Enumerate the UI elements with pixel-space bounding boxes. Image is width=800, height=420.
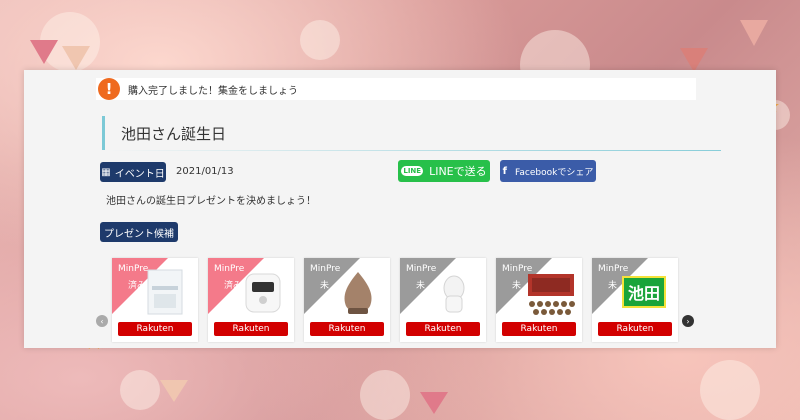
minpre-tag: MinPre bbox=[118, 264, 149, 274]
chevron-right-icon[interactable]: › bbox=[682, 315, 694, 327]
chevron-left-icon[interactable]: ‹ bbox=[96, 315, 108, 327]
minpre-tag: MinPre bbox=[310, 264, 341, 274]
name-sign-text: 池田 bbox=[621, 276, 666, 308]
rakuten-button[interactable]: Rakuten bbox=[406, 322, 480, 336]
purchase-status: 未 bbox=[416, 281, 426, 291]
line-share-button[interactable]: LINE LINEで送る bbox=[398, 160, 490, 182]
product-card[interactable]: MinPre 未 Rakuten bbox=[496, 258, 582, 342]
minpre-tag: MinPre bbox=[406, 264, 437, 274]
event-badge-label: イベント日 bbox=[114, 168, 165, 180]
event-description: 池田さんの誕生日プレゼントを決めましょう！ bbox=[106, 196, 316, 207]
notice-bar: ! 購入完了しました！集金をしましょう bbox=[96, 78, 696, 100]
product-card[interactable]: MinPre 未 Rakuten bbox=[400, 258, 486, 342]
product-card[interactable]: MinPre 済み Rakuten bbox=[208, 258, 294, 342]
present-badge-label: プレゼント候補 bbox=[104, 228, 174, 240]
rakuten-button[interactable]: Rakuten bbox=[598, 322, 672, 336]
facebook-icon: f bbox=[502, 165, 508, 177]
minpre-tag: MinPre bbox=[502, 264, 533, 274]
facebook-share-label: Facebookでシェア bbox=[515, 167, 594, 178]
event-date: 2021/01/13 bbox=[176, 166, 234, 177]
minpre-tag: MinPre bbox=[598, 264, 629, 274]
title-bar: 池田さん誕生日 bbox=[102, 116, 721, 151]
exclamation-icon: ! bbox=[98, 78, 120, 100]
product-card[interactable]: 池田 MinPre 未 Rakuten bbox=[592, 258, 678, 342]
purchase-status: 未 bbox=[608, 281, 618, 291]
rakuten-button[interactable]: Rakuten bbox=[310, 322, 384, 336]
rakuten-button[interactable]: Rakuten bbox=[502, 322, 576, 336]
notice-text: 購入完了しました！集金をしましょう bbox=[128, 85, 298, 97]
minpre-tag: MinPre bbox=[214, 264, 245, 274]
product-card[interactable]: MinPre 未 Rakuten bbox=[304, 258, 390, 342]
page-title: 池田さん誕生日 bbox=[121, 124, 227, 143]
facebook-share-button[interactable]: f Facebookでシェア bbox=[500, 160, 596, 182]
present-candidates-badge: プレゼント候補 bbox=[100, 222, 178, 242]
product-card[interactable]: MinPre 済み Rakuten bbox=[112, 258, 198, 342]
purchase-status: 未 bbox=[512, 281, 522, 291]
purchase-status: 済み bbox=[128, 281, 147, 291]
event-panel: ! 購入完了しました！集金をしましょう 池田さん誕生日 ▦ イベント日 2021… bbox=[24, 70, 776, 348]
purchase-status: 未 bbox=[320, 281, 330, 291]
line-icon: LINE bbox=[401, 166, 424, 176]
purchase-status: 済み bbox=[224, 281, 243, 291]
rakuten-button[interactable]: Rakuten bbox=[214, 322, 288, 336]
rakuten-button[interactable]: Rakuten bbox=[118, 322, 192, 336]
calendar-icon: ▦ bbox=[101, 166, 111, 178]
event-date-badge: ▦ イベント日 bbox=[100, 162, 166, 182]
line-share-label: LINEで送る bbox=[429, 165, 487, 178]
product-carousel: MinPre 済み Rakuten MinPre 済み Rakuten MinP… bbox=[112, 258, 692, 342]
